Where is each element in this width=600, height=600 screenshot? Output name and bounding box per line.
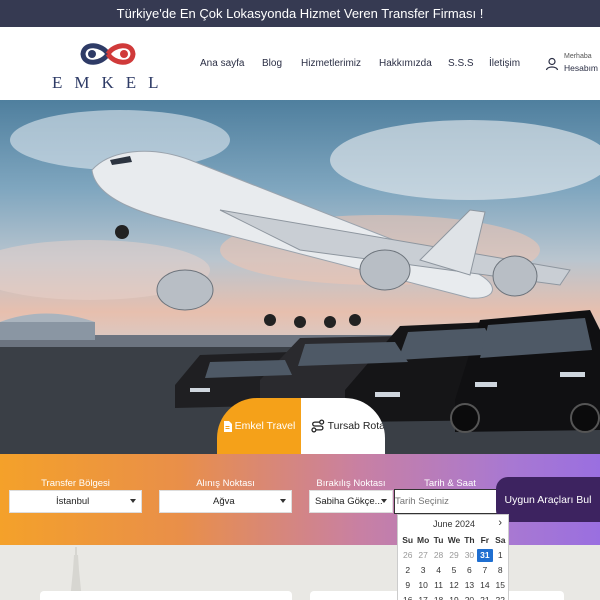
- calendar-day[interactable]: 19: [446, 594, 461, 600]
- calendar-day[interactable]: 11: [431, 579, 446, 592]
- chevron-right-icon[interactable]: ›: [498, 517, 502, 529]
- nav-faq[interactable]: S.S.S: [448, 58, 474, 69]
- account-link[interactable]: Merhaba Hesabım: [545, 53, 600, 75]
- announcement-text: Türkiye'de En Çok Lokasyonda Hizmet Vere…: [116, 6, 484, 21]
- weekday-header: Su: [402, 535, 414, 545]
- find-vehicles-button[interactable]: Uygun Araçları Bul: [496, 477, 600, 522]
- account-label: Hesabım: [564, 63, 599, 73]
- date-label: Tarih & Saat: [424, 478, 476, 489]
- user-icon: [545, 57, 559, 71]
- date-input[interactable]: [394, 489, 498, 514]
- calendar-day[interactable]: 16: [400, 594, 415, 600]
- calendar-day[interactable]: 20: [462, 594, 477, 600]
- region-label: Transfer Bölgesi: [41, 478, 110, 489]
- calendar-grid: Su Mo Tu We Th Fr Sa 26 27 28 29 30 31 1…: [400, 534, 508, 600]
- calendar-day[interactable]: 2: [400, 564, 415, 577]
- dropoff-select[interactable]: Sabiha Gökçe...: [309, 490, 393, 513]
- nav-about[interactable]: Hakkımızda: [379, 58, 432, 69]
- nav-services[interactable]: Hizmetlerimiz: [301, 58, 361, 69]
- calendar-day-selected[interactable]: 31: [477, 549, 493, 562]
- site-header: EMKEL Ana sayfa Blog Hizmetlerimiz Hakkı…: [0, 27, 600, 100]
- calendar-day[interactable]: 17: [415, 594, 430, 600]
- file-icon: [223, 420, 232, 432]
- announcement-bar: Türkiye'de En Çok Lokasyonda Hizmet Vere…: [0, 0, 600, 27]
- tab-emkel-label: Emkel Travel: [234, 420, 296, 432]
- calendar-day[interactable]: 1: [493, 549, 508, 562]
- calendar-day[interactable]: 27: [415, 549, 430, 562]
- calendar-day[interactable]: 5: [446, 564, 461, 577]
- calendar-day[interactable]: 21: [477, 594, 492, 600]
- logo-mark-icon: [80, 43, 136, 65]
- calendar-day[interactable]: 12: [446, 579, 461, 592]
- chevron-down-icon: [381, 499, 387, 503]
- calendar-day[interactable]: 9: [400, 579, 415, 592]
- nav-contact[interactable]: İletişim: [489, 58, 520, 69]
- weekday-header: Tu: [433, 535, 444, 545]
- calendar-month: June 2024: [432, 519, 476, 529]
- date-picker-popup: June 2024 › Su Mo Tu We Th Fr Sa 26 27 2…: [397, 514, 509, 600]
- weekday-header: Fr: [480, 535, 490, 545]
- calendar-day[interactable]: 10: [415, 579, 430, 592]
- calendar-day[interactable]: 18: [431, 594, 446, 600]
- calendar-day[interactable]: 29: [446, 549, 461, 562]
- dropoff-value: Sabiha Gökçe...: [315, 496, 383, 507]
- region-select[interactable]: İstanbul: [9, 490, 142, 513]
- calendar-day[interactable]: 8: [493, 564, 508, 577]
- calendar-day[interactable]: 13: [462, 579, 477, 592]
- weekday-header: Th: [464, 535, 475, 545]
- weekday-header: Sa: [495, 535, 506, 545]
- account-greeting: Merhaba: [564, 53, 592, 60]
- calendar-day[interactable]: 14: [477, 579, 492, 592]
- calendar-day[interactable]: 22: [493, 594, 508, 600]
- region-value: İstanbul: [56, 496, 90, 507]
- calendar-day[interactable]: 3: [415, 564, 430, 577]
- pickup-select[interactable]: Ağva: [159, 490, 292, 513]
- calendar-day[interactable]: 7: [477, 564, 492, 577]
- calendar-day[interactable]: 15: [493, 579, 508, 592]
- calendar-day[interactable]: 4: [431, 564, 446, 577]
- calendar-day[interactable]: 30: [462, 549, 477, 562]
- calendar-day[interactable]: 28: [431, 549, 446, 562]
- weekday-header: Mo: [416, 535, 430, 545]
- info-card: [40, 591, 292, 600]
- pickup-label: Alınış Noktası: [196, 478, 255, 489]
- logo-text: EMKEL: [52, 73, 171, 92]
- route-icon: [311, 419, 325, 433]
- weekday-header: We: [447, 535, 461, 545]
- tab-tursab-label: Tursab Rota: [327, 420, 385, 432]
- chevron-down-icon: [130, 499, 136, 503]
- nav-home[interactable]: Ana sayfa: [200, 58, 244, 69]
- nav-blog[interactable]: Blog: [262, 58, 282, 69]
- calendar-day[interactable]: 6: [462, 564, 477, 577]
- pickup-value: Ağva: [213, 496, 235, 507]
- calendar-day[interactable]: 26: [400, 549, 415, 562]
- chevron-down-icon: [280, 499, 286, 503]
- logo[interactable]: EMKEL: [48, 37, 178, 93]
- dropoff-label: Bırakılış Noktası: [316, 478, 386, 489]
